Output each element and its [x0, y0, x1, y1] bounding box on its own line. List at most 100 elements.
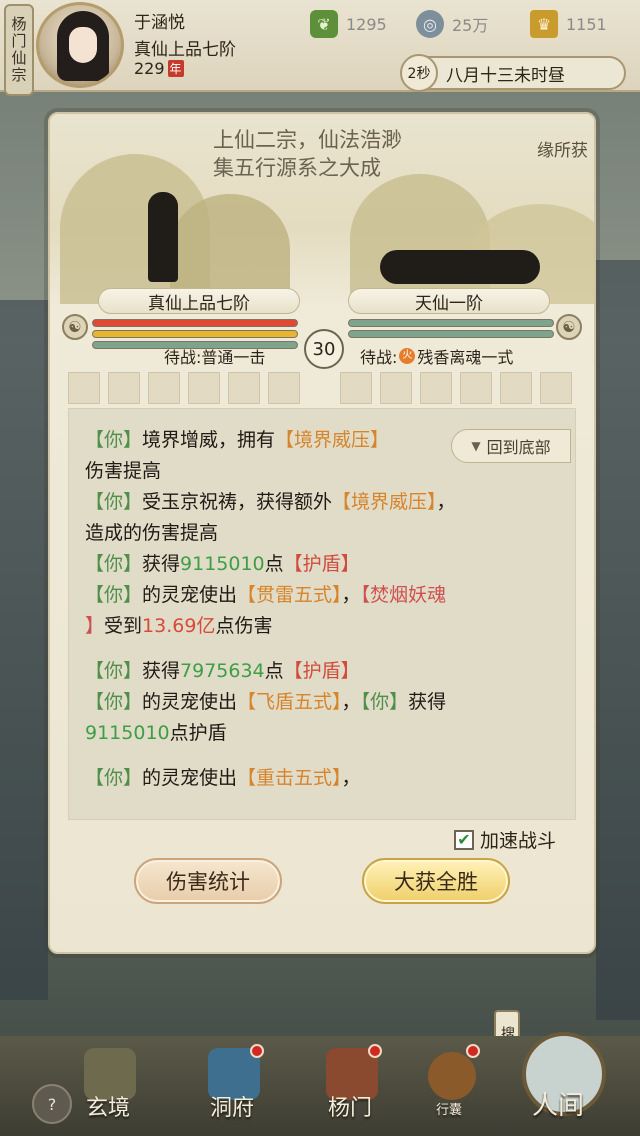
log-actor: 【你】 [85, 491, 143, 513]
log-skill: 【飞盾五式】 [237, 691, 342, 713]
damage-stats-button[interactable]: 伤害统计 [134, 858, 282, 904]
log-line: 【你】的灵宠使出【重击五式】， [85, 763, 559, 794]
back-to-bottom-label: 回到底部 [486, 438, 551, 457]
log-text: 受玉京祝祷，获得额外 [142, 491, 333, 513]
log-line: 【你】的灵宠使出【飞盾五式】，【你】获得 [85, 687, 559, 718]
enemy-buff-slots [340, 372, 572, 404]
nav-item-cave-dwelling[interactable]: 洞府 [210, 1090, 254, 1122]
log-text: 的灵宠使出 [142, 767, 238, 789]
player-hp-bar [92, 319, 298, 327]
log-line: 9115010点护盾 [85, 718, 559, 749]
back-to-bottom-button[interactable]: ▼ 回到底部 [451, 429, 571, 463]
player-silhouette [148, 192, 178, 282]
yin-yang-icon: ☯ [62, 314, 88, 340]
sect-tag[interactable]: 杨门仙宗 [4, 4, 34, 96]
player-pending-action: 待战:普通一击 [164, 348, 266, 367]
chevron-down-icon: ▼ [471, 439, 481, 453]
buff-slot [380, 372, 412, 404]
enemy-fighter-plate: 天仙一阶 [348, 288, 550, 314]
log-skill: 【境界威压】 [275, 429, 390, 451]
speed-battle-toggle[interactable]: ✔ 加速战斗 [454, 826, 556, 853]
buff-slot [268, 372, 300, 404]
nav-item-world[interactable]: 人间 [532, 1085, 584, 1122]
battle-log[interactable]: 【你】境界增威，拥有【境界威压】 伤害提高 【你】受玉京祝祷，获得额外【境界威压… [68, 408, 576, 820]
notification-dot [250, 1044, 264, 1058]
yin-yang-icon: ☯ [556, 314, 582, 340]
log-actor: 【你】 [85, 767, 143, 789]
chat-bubble-icon[interactable]: ? [32, 1084, 72, 1124]
log-text: ， [341, 767, 361, 789]
game-time-box[interactable]: 2秒 八月十三未时昼 [400, 54, 626, 92]
chat-badge: ? [47, 1094, 57, 1114]
log-actor: 【你】 [85, 429, 143, 451]
log-text: 获得 [408, 691, 447, 713]
log-skill: 【境界威压】 [332, 491, 437, 513]
log-text: 点护盾 [169, 722, 227, 744]
nav-item-sect-gate[interactable]: 杨门 [328, 1090, 372, 1122]
enemy-status-bars [348, 319, 554, 341]
log-line: 【你】受玉京祝祷，获得额外【境界威压】， [85, 487, 559, 518]
log-shield: 【护盾】 [283, 660, 360, 682]
checkbox-checked-icon[interactable]: ✔ [454, 829, 474, 850]
log-text: 点 [264, 660, 284, 682]
log-text: ， [341, 691, 361, 713]
log-text: 获得 [142, 660, 181, 682]
buff-slot [420, 372, 452, 404]
resource-value: 25万 [452, 16, 489, 35]
resource-spirit-grass[interactable]: ❦ 1295 [310, 10, 387, 38]
log-line: 造成的伤害提高 [85, 518, 559, 549]
player-avatar[interactable] [36, 2, 124, 88]
player-name: 于涵悦 [134, 13, 185, 33]
pending-skill: 残香离魂一式 [417, 348, 514, 367]
log-number: 9115010 [85, 722, 170, 744]
log-text: 获得 [142, 553, 181, 575]
log-text: 造成的伤害提高 [85, 522, 219, 544]
log-line: 【你】获得9115010点【护盾】 [85, 549, 559, 580]
buff-slot [540, 372, 572, 404]
pending-prefix: 待战: [360, 348, 398, 367]
time-speed-button[interactable]: 2秒 [400, 54, 438, 92]
log-text: ， [341, 584, 361, 606]
resource-value: 1151 [566, 14, 607, 34]
enemy-mp-bar [348, 330, 554, 338]
player-buff-slots [68, 372, 300, 404]
log-text: 的灵宠使出 [142, 584, 238, 606]
log-damage: 13.69亿 [142, 615, 216, 637]
log-actor: 【你】 [85, 553, 143, 575]
victory-button[interactable]: 大获全胜 [362, 858, 510, 904]
log-text: 伤害提高 [85, 460, 162, 482]
log-number: 9115010 [180, 553, 265, 575]
notification-dot [466, 1044, 480, 1058]
speed-battle-label: 加速战斗 [480, 830, 557, 852]
fire-element-icon: 火 [399, 348, 416, 364]
log-text: 境界增威，拥有 [142, 429, 276, 451]
log-actor: 【你】 [85, 691, 143, 713]
coin-icon: ◎ [416, 10, 444, 38]
player-age: 229 年 [134, 59, 184, 78]
leaf-icon: ❦ [310, 10, 338, 38]
resource-value: 1295 [346, 14, 387, 34]
enemy-silhouette [380, 250, 540, 284]
nav-item-mystic-realm[interactable]: 玄境 [86, 1090, 130, 1122]
nav-item-bag[interactable]: 行囊 [436, 1099, 462, 1118]
bag-icon[interactable] [428, 1052, 476, 1100]
buff-slot [500, 372, 532, 404]
battle-dialog: 上仙二宗，仙法浩渺 集五行源系之大成 缘所获 真仙上品七阶 天仙一阶 ☯ ☯ 3… [48, 112, 596, 954]
log-line: 】受到13.69亿点伤害 [85, 611, 559, 642]
ingot-icon: ♛ [530, 10, 558, 38]
log-number: 7975634 [180, 660, 265, 682]
buff-slot [340, 372, 372, 404]
buff-slot [188, 372, 220, 404]
resource-coins[interactable]: ◎ 25万 [416, 10, 488, 38]
enemy-hp-bar [348, 319, 554, 327]
log-text: 的灵宠使出 [142, 691, 238, 713]
log-line: 【你】的灵宠使出【贯雷五式】，【焚烟妖魂 [85, 580, 559, 611]
scene-title-line2: 集五行源系之大成 [213, 156, 381, 180]
log-line: 【你】获得7975634点【护盾】 [85, 656, 559, 687]
buff-slot [68, 372, 100, 404]
log-actor: 【你】 [360, 691, 409, 713]
buff-slot [148, 372, 180, 404]
player-age-unit: 年 [167, 60, 184, 77]
player-fighter-plate: 真仙上品七阶 [98, 288, 300, 314]
resource-ingots[interactable]: ♛ 1151 [530, 10, 607, 38]
